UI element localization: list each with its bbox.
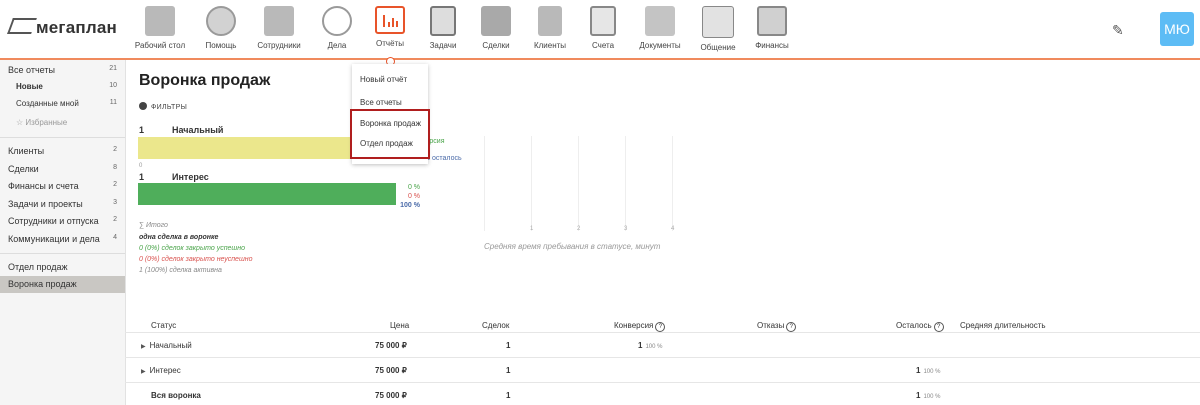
employees-icon	[264, 6, 294, 36]
logo-mark-icon	[7, 18, 37, 34]
duration-chart	[484, 136, 674, 231]
sidebar-item-employees[interactable]: Сотрудники и отпуска 2	[0, 213, 125, 230]
chart-tick-label: 4	[671, 226, 675, 232]
desktop-icon	[145, 6, 175, 36]
table-cell-conversion: 1 100 %	[638, 341, 663, 350]
table-cell-price: 75 000 ₽	[375, 391, 407, 400]
chart-gridline	[672, 136, 673, 231]
summary-one-deal: одна сделка в воронке	[139, 234, 219, 241]
column-header-avg-duration[interactable]: Средняя длительность	[960, 321, 1046, 330]
table-cell-remaining: 1 100 %	[916, 366, 941, 375]
stage-name: Начальный	[172, 125, 224, 135]
sidebar-item-sales-funnel[interactable]: Воронка продаж	[0, 276, 125, 293]
chart-gridline	[625, 136, 626, 231]
sidebar-item-sales-dept[interactable]: Отдел продаж	[0, 259, 125, 276]
sidebar: Все отчеты 21 Новые 10 Созданные мной 11 ☆ …	[0, 60, 126, 405]
table-cell-deals: 1	[506, 341, 511, 350]
summary-lost: 0 (0%) сделок закрыто неуспешно	[139, 256, 253, 263]
filter-icon	[139, 102, 147, 110]
help-icon[interactable]: ?	[786, 322, 797, 332]
lifebuoy-icon	[206, 6, 236, 36]
stage-name: Интерес	[172, 172, 209, 182]
table-divider	[125, 382, 1200, 383]
nav-desktop[interactable]: Рабочий стол	[125, 6, 195, 50]
sidebar-item-clients[interactable]: Клиенты 2	[0, 143, 125, 160]
sidebar-item-communications[interactable]: Коммуникации и дела 4	[0, 231, 125, 248]
clipboard-check-icon	[430, 6, 456, 36]
chart-tick-label: 3	[624, 226, 628, 232]
stage-conversion-pct: 0 %	[407, 184, 420, 191]
chart-tick-label: 2	[577, 226, 581, 232]
pencil-icon[interactable]: ✎	[1112, 22, 1124, 39]
table-row-status[interactable]: ▶ Интерес	[141, 366, 181, 375]
column-header-conversion[interactable]: Конверсия?	[614, 321, 666, 332]
highlight-box	[350, 109, 430, 159]
sidebar-divider	[0, 253, 125, 254]
expand-arrow-icon[interactable]: ▶	[141, 344, 146, 350]
sidebar-divider	[0, 137, 125, 138]
table-divider	[125, 357, 1200, 358]
sidebar-item-new[interactable]: Новые 10	[0, 79, 125, 96]
chart-gridline	[484, 136, 485, 231]
chat-bubbles-icon	[702, 6, 734, 38]
sidebar-item-finance[interactable]: Финансы и счета 2	[0, 178, 125, 195]
column-header-remaining[interactable]: Осталось?	[896, 321, 944, 332]
folder-icon	[645, 6, 675, 36]
table-cell-price: 75 000 ₽	[375, 366, 407, 375]
table-row-total: Вся воронка	[151, 391, 201, 400]
invoice-icon	[590, 6, 616, 36]
sidebar-item-deals[interactable]: Сделки 8	[0, 161, 125, 178]
column-header-losses[interactable]: Отказы?	[757, 321, 797, 332]
sigma-icon: ∑	[139, 222, 144, 229]
column-header-deals[interactable]: Сделок	[482, 321, 509, 330]
chart-gridline	[531, 136, 532, 231]
table-divider	[125, 332, 1200, 333]
column-header-status[interactable]: Статус	[151, 321, 176, 330]
stage-loss-pct: 0 %	[407, 193, 420, 200]
star-icon: ☆	[16, 118, 24, 127]
chart-gridline	[578, 136, 579, 231]
table-cell-deals: 1	[506, 366, 511, 375]
funnel-bar-interest[interactable]	[138, 183, 396, 205]
top-navigation-bar: мегаплан Рабочий стол Помощь Сотрудники …	[0, 0, 1200, 60]
chart-tick-label: 1	[530, 226, 534, 232]
table-cell-price: 75 000 ₽	[375, 341, 407, 350]
stage-count: 1	[139, 125, 145, 135]
sidebar-item-mine[interactable]: Созданные мной 11	[0, 96, 125, 113]
stage-arrow: 0	[139, 163, 143, 169]
table-cell-remaining: 1 100 %	[916, 391, 941, 400]
sidebar-item-all-reports[interactable]: Все отчеты 21	[0, 62, 125, 79]
table-row-status[interactable]: ▶ Начальный	[141, 341, 192, 350]
summary-total: ∑ Итого	[139, 222, 168, 229]
help-icon[interactable]: ?	[655, 322, 666, 332]
stage-count: 1	[139, 172, 145, 182]
summary-won: 0 (0%) сделок закрыто успешно	[139, 245, 245, 252]
megaplan-logo[interactable]: мегаплан	[7, 18, 117, 38]
report-chart-icon	[375, 6, 405, 34]
clock-icon	[322, 6, 352, 36]
page-title: Воронка продаж	[139, 72, 271, 89]
client-card-icon	[538, 6, 562, 36]
menu-item-all-reports[interactable]: Все отчеты	[360, 98, 402, 107]
column-header-price[interactable]: Цена	[390, 321, 409, 330]
expand-arrow-icon[interactable]: ▶	[141, 369, 146, 375]
menu-item-new-report[interactable]: Новый отчёт	[360, 75, 407, 84]
summary-active: 1 (100%) сделка активна	[139, 267, 222, 274]
safe-icon	[757, 6, 787, 36]
sidebar-item-tasks[interactable]: Задачи и проекты 3	[0, 196, 125, 213]
stage-remaining-pct: 100 %	[400, 202, 420, 209]
table-cell-deals: 1	[506, 391, 511, 400]
avatar[interactable]: МЮ	[1160, 12, 1194, 46]
chart-axis-label: Средняя время пребывания в статусе, мину…	[484, 242, 661, 251]
briefcase-icon	[481, 6, 511, 36]
help-icon[interactable]: ?	[933, 322, 944, 332]
filters-toggle[interactable]: ФИЛЬТРЫ	[139, 102, 187, 111]
sidebar-item-favorites[interactable]: ☆ Избранные	[0, 115, 125, 132]
nav-finance[interactable]: Финансы	[737, 6, 807, 50]
